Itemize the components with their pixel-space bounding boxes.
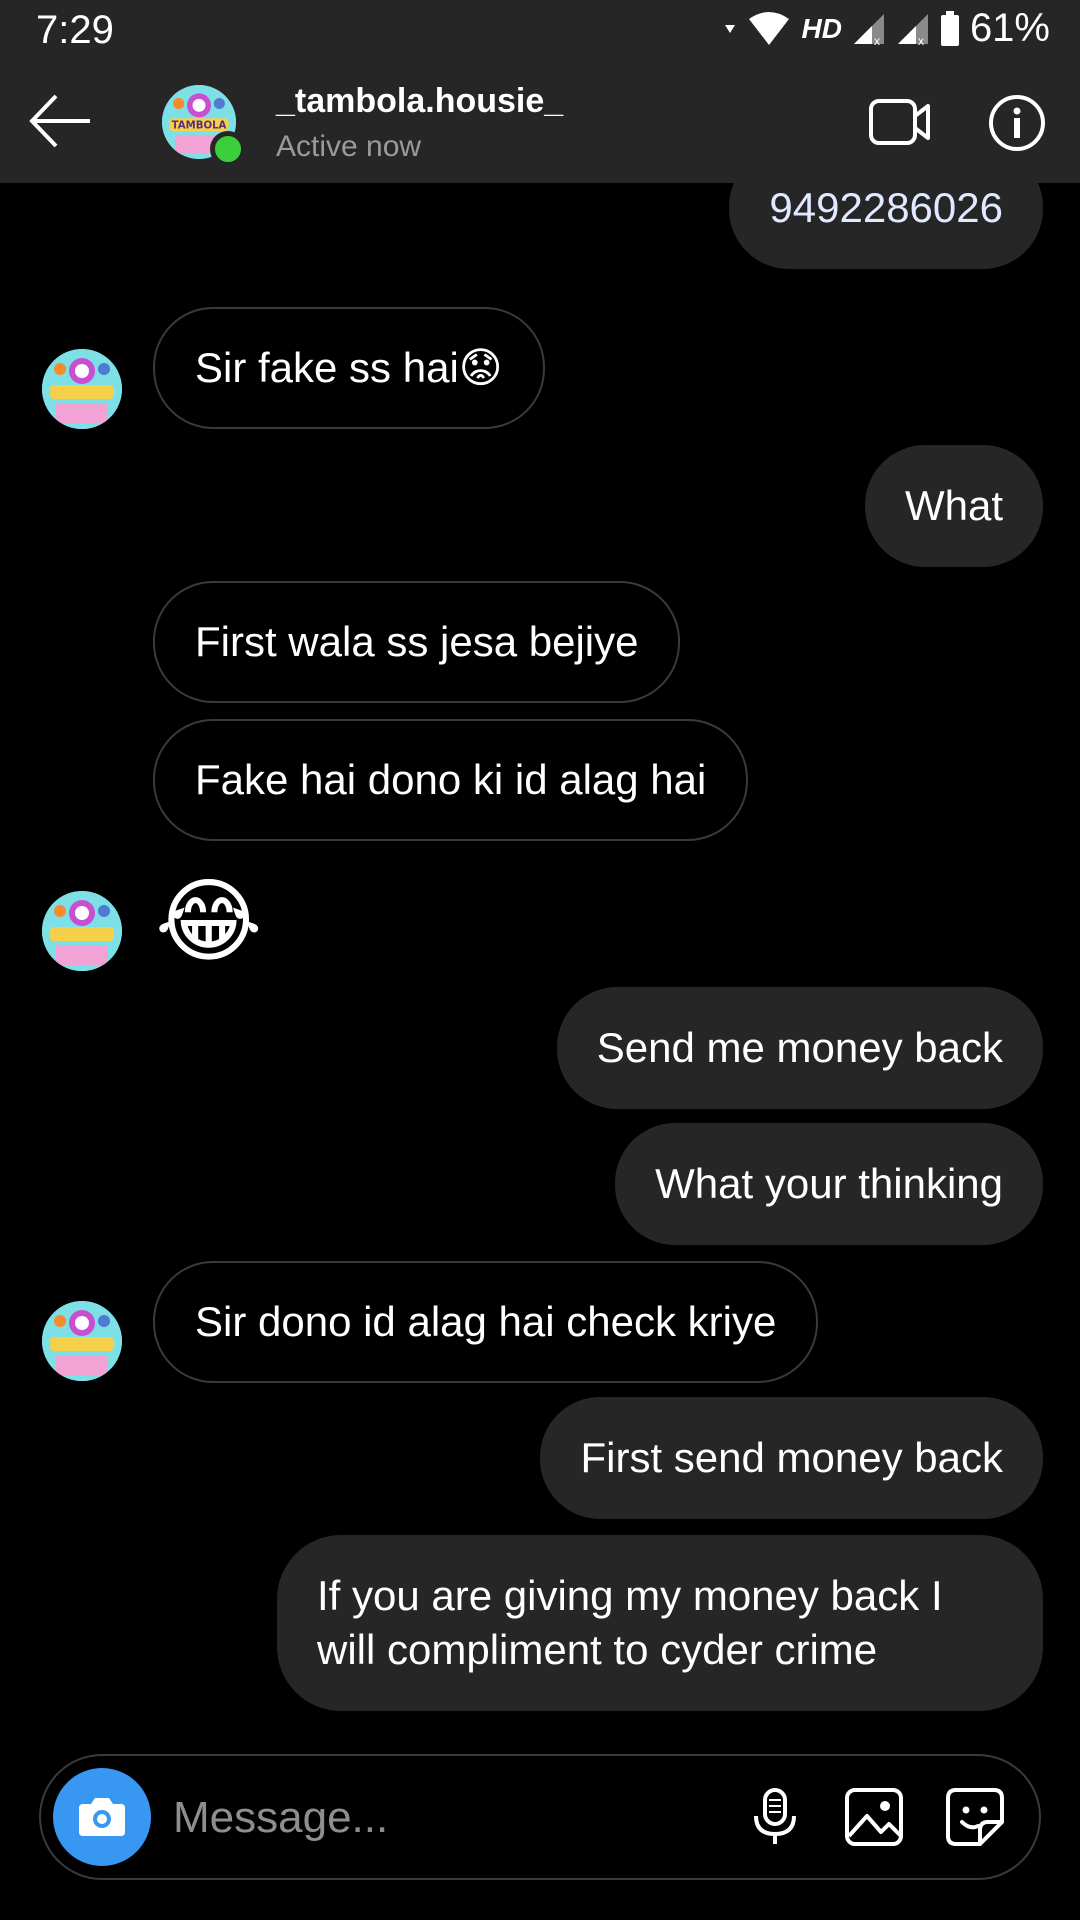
message-text: What your thinking: [655, 1160, 1003, 1207]
svg-text:TAMBOLA: TAMBOLA: [172, 120, 227, 131]
sender-avatar[interactable]: [42, 1301, 122, 1381]
chat-header: TAMBOLA _tambola.housie_ Active now: [0, 60, 1080, 183]
message-bubble-incoming[interactable]: Sir dono id alag hai check kriye: [153, 1261, 819, 1383]
message-thread[interactable]: 9492286026 Sir fake ss hai😟 What First w…: [0, 183, 1080, 1733]
message-text: First send money back: [580, 1434, 1003, 1481]
message-bubble-outgoing[interactable]: 9492286026: [729, 183, 1043, 269]
info-icon[interactable]: [988, 94, 1046, 152]
message-text: Sir fake ss hai😟: [195, 344, 503, 391]
battery-icon: [940, 10, 959, 46]
online-indicator: [210, 131, 246, 167]
sender-avatar[interactable]: [42, 891, 122, 971]
message-bubble-outgoing[interactable]: First send money back: [540, 1397, 1043, 1519]
battery-percent: 61%: [969, 6, 1050, 50]
camera-button[interactable]: [53, 1768, 151, 1866]
status-time: 7:29: [36, 8, 114, 52]
contact-status: Active now: [276, 130, 422, 163]
message-bubble-incoming[interactable]: Sir fake ss hai😟: [153, 307, 545, 429]
status-bar: 7:29 HD x x 61%: [0, 0, 1080, 60]
cell-signal-icon: x: [853, 13, 884, 46]
message-bubble-outgoing[interactable]: What your thinking: [615, 1123, 1043, 1245]
message-text: Send me money back: [596, 1024, 1003, 1071]
message-text: Fake hai dono ki id alag hai: [195, 756, 707, 803]
message-bubble-incoming[interactable]: First wala ss jesa bejiye: [153, 581, 681, 703]
message-bubble-outgoing[interactable]: If you are giving my money back I will c…: [277, 1535, 1043, 1711]
message-text: Sir dono id alag hai check kriye: [195, 1298, 777, 1345]
message-text: 9492286026: [769, 184, 1003, 231]
tambola-logo-icon: [42, 891, 122, 971]
message-text: If you are giving my money back I will c…: [317, 1572, 943, 1673]
message-text: First wala ss jesa bejiye: [195, 618, 639, 665]
message-bubble-outgoing[interactable]: What: [864, 445, 1043, 567]
back-arrow-icon[interactable]: [26, 90, 96, 152]
camera-icon: [79, 1798, 125, 1836]
sticker-icon[interactable]: [944, 1786, 1006, 1848]
svg-text:x: x: [918, 34, 924, 46]
message-bubble-incoming[interactable]: Fake hai dono ki id alag hai: [153, 719, 749, 841]
status-icons: HD x x 61%: [723, 6, 1050, 51]
signal-arrow-icon: [725, 24, 736, 33]
wifi-icon: [749, 11, 790, 45]
tambola-logo-icon: [42, 1301, 122, 1381]
message-input[interactable]: [171, 1778, 735, 1858]
message-text: What: [904, 482, 1003, 529]
microphone-icon[interactable]: [744, 1786, 806, 1848]
network-label: HD: [801, 12, 842, 44]
message-emoji[interactable]: 😂: [155, 869, 263, 975]
message-bubble-outgoing[interactable]: Send me money back: [556, 987, 1043, 1109]
message-composer: [39, 1754, 1041, 1880]
video-call-icon[interactable]: [868, 96, 932, 148]
svg-text:x: x: [874, 34, 880, 46]
tambola-logo-icon: [42, 349, 122, 429]
contact-avatar[interactable]: TAMBOLA: [162, 85, 246, 167]
sender-avatar[interactable]: [42, 349, 122, 429]
cell-signal-icon-2: x: [897, 13, 928, 46]
contact-username[interactable]: _tambola.housie_: [276, 82, 563, 121]
gallery-icon[interactable]: [843, 1786, 905, 1848]
